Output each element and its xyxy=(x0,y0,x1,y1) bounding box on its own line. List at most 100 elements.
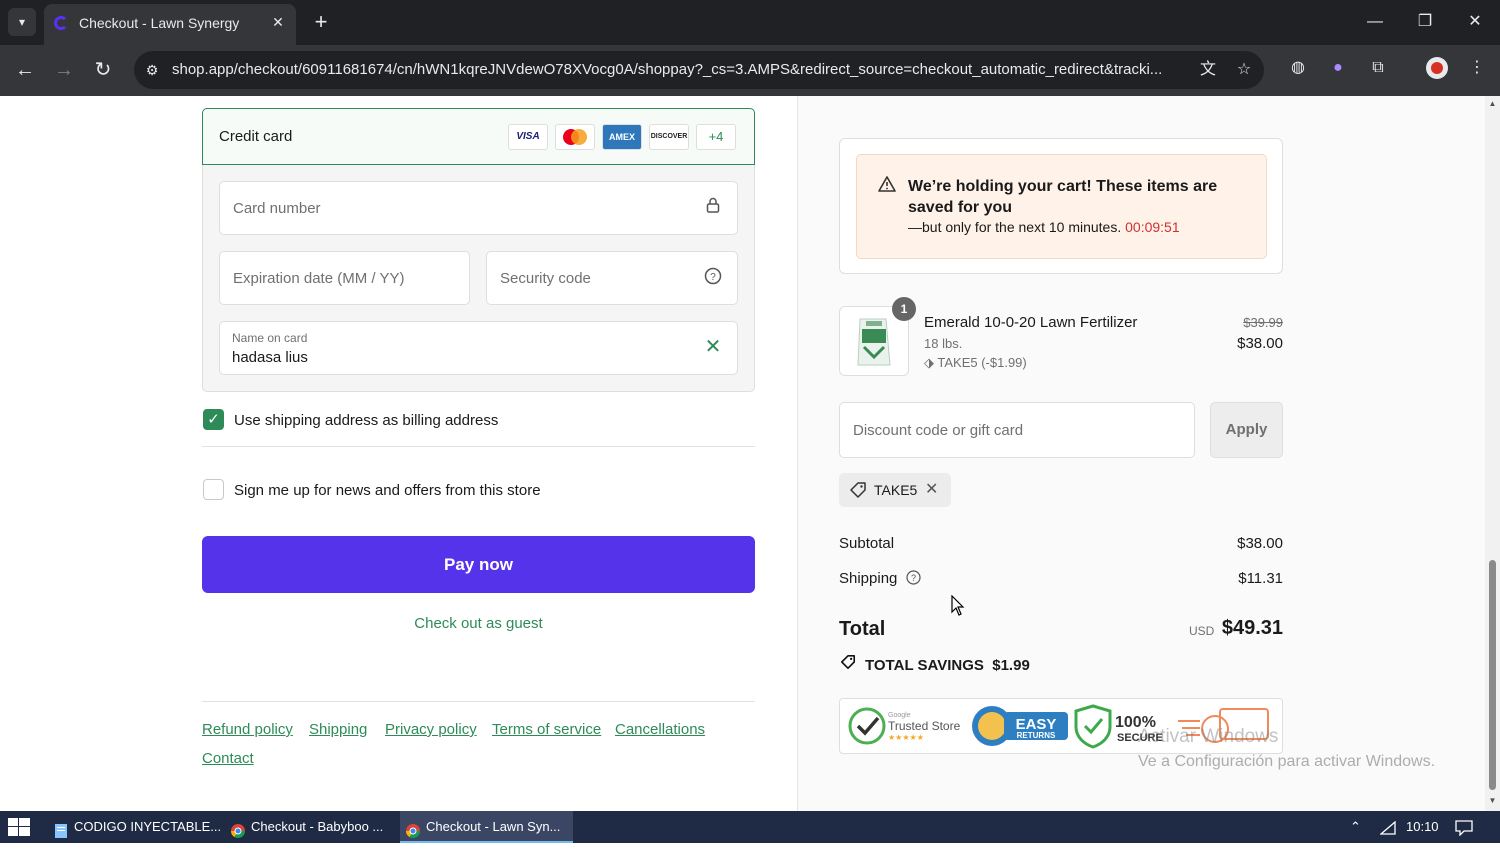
taskbar-item-chrome-lawn[interactable]: Checkout - Lawn Syn... xyxy=(400,811,573,843)
cart-hold-subtitle: —but only for the next 10 minutes. 00:09… xyxy=(908,219,1180,235)
newsletter-label[interactable]: Sign me up for news and offers from this… xyxy=(234,482,541,499)
browser-menu-icon[interactable]: ⋮ xyxy=(1466,57,1488,79)
scrollbar-thumb[interactable] xyxy=(1489,560,1496,790)
url-text[interactable]: shop.app/checkout/60911681674/cn/hWN1kqr… xyxy=(172,61,1182,78)
product-variant: 18 lbs. xyxy=(924,336,963,351)
taskbar-item-label: CODIGO INYECTABLE... xyxy=(74,819,222,834)
visa-logo: VISA xyxy=(508,124,548,150)
remove-code-icon[interactable]: ✕ xyxy=(925,479,938,499)
returns-text: RETURNS xyxy=(1017,731,1056,740)
clock-time[interactable]: 10:10 xyxy=(1406,811,1439,843)
applied-code-text: TAKE5 xyxy=(874,482,918,498)
browser-toolbar: ← → ↻ ⚙ shop.app/checkout/60911681674/cn… xyxy=(0,45,1500,96)
pay-now-button[interactable]: Pay now xyxy=(202,536,755,593)
forward-arrow-icon[interactable]: → xyxy=(50,56,78,84)
savings-label: TOTAL SAVINGS xyxy=(865,657,984,674)
notepad-icon xyxy=(53,819,69,838)
bookmark-star-icon[interactable]: ☆ xyxy=(1233,59,1255,81)
name-on-card-field[interactable]: Name on card hadasa lius ✕ xyxy=(219,321,738,375)
amex-logo: AMEX xyxy=(602,124,642,150)
window-close-icon[interactable]: ✕ xyxy=(1460,8,1490,36)
tab-close-icon[interactable]: ✕ xyxy=(268,12,288,32)
svg-text:?: ? xyxy=(710,272,716,283)
more-brands-badge: +4 xyxy=(696,124,736,150)
divider xyxy=(202,446,755,447)
taskbar-item-chrome-babyboo[interactable]: Checkout - Babyboo ... xyxy=(225,811,395,843)
tray-chevron-icon[interactable]: ⌃ xyxy=(1350,811,1361,843)
page-scrollbar[interactable]: ▲ ▼ xyxy=(1485,96,1500,811)
expiration-date-field[interactable]: Expiration date (MM / YY) xyxy=(219,251,470,305)
extensions-puzzle-icon[interactable]: ⧉ xyxy=(1367,57,1389,79)
footer-divider xyxy=(202,701,755,702)
shop-favicon-icon xyxy=(54,16,68,30)
minimize-icon[interactable]: — xyxy=(1360,8,1390,36)
discount-code-placeholder: Discount code or gift card xyxy=(853,422,1024,439)
subtotal-value: $38.00 xyxy=(1237,535,1283,552)
chrome-icon xyxy=(230,819,246,838)
svg-text:?: ? xyxy=(911,573,916,583)
cart-hold-subtitle-text: —but only for the next 10 minutes. xyxy=(908,219,1122,235)
discount-code-input[interactable]: Discount code or gift card xyxy=(839,402,1195,458)
scroll-up-icon[interactable]: ▲ xyxy=(1488,99,1497,108)
newsletter-checkbox[interactable] xyxy=(203,479,224,500)
payment-method-label: Credit card xyxy=(219,128,293,145)
back-arrow-icon[interactable]: ← xyxy=(11,56,39,84)
savings-value: $1.99 xyxy=(992,657,1030,674)
cart-hold-notice: We’re holding your cart! These items are… xyxy=(856,154,1267,259)
lock-icon xyxy=(703,197,723,217)
windows-activation-subtitle: Ve a Configuración para activar Windows. xyxy=(1138,753,1436,770)
credit-card-option[interactable]: Credit card VISA AMEX DISCOVER +4 xyxy=(202,108,755,165)
total-value: $49.31 xyxy=(1221,617,1283,639)
mouse-cursor-icon xyxy=(951,594,965,622)
network-icon[interactable] xyxy=(1379,811,1396,843)
taskbar-item-label: Checkout - Babyboo ... xyxy=(251,819,384,834)
terms-of-service-link[interactable]: Terms of service xyxy=(492,721,601,738)
contact-link[interactable]: Contact xyxy=(202,750,254,767)
browser-tab-active[interactable]: Checkout - Lawn Synergy ✕ xyxy=(44,4,296,45)
countdown-timer: 00:09:51 xyxy=(1125,219,1180,235)
shipping-help-icon[interactable]: ? xyxy=(905,570,921,589)
scroll-down-icon[interactable]: ▼ xyxy=(1488,796,1497,805)
taskbar-item-notepad[interactable]: CODIGO INYECTABLE... xyxy=(48,811,222,843)
vpn-extension-icon[interactable]: ● xyxy=(1327,57,1349,79)
restore-icon[interactable]: ❐ xyxy=(1410,8,1440,36)
tag-icon: ⬗ xyxy=(924,355,934,370)
discover-logo: DISCOVER xyxy=(649,124,689,150)
cart-hold-title: We’re holding your cart! These items are… xyxy=(908,178,1218,216)
windows-start-icon[interactable] xyxy=(8,818,30,836)
reload-icon[interactable]: ↻ xyxy=(89,56,117,84)
help-circle-icon[interactable]: ? xyxy=(703,267,723,287)
taskbar-item-label: Checkout - Lawn Syn... xyxy=(426,819,561,834)
product-discount-text: TAKE5 (-$1.99) xyxy=(937,355,1027,370)
checkout-as-guest-link[interactable]: Check out as guest xyxy=(202,615,755,632)
apply-discount-button[interactable]: Apply xyxy=(1210,402,1283,458)
site-info-icon[interactable]: ⚙ xyxy=(142,60,162,80)
refund-policy-link[interactable]: Refund policy xyxy=(202,721,293,738)
expiration-placeholder: Expiration date (MM / YY) xyxy=(233,270,405,287)
browser-tab-strip: ▾ Checkout - Lawn Synergy ✕ + — ❐ ✕ xyxy=(0,0,1500,45)
shipping-policy-link[interactable]: Shipping xyxy=(309,721,367,738)
card-number-field[interactable]: Card number xyxy=(219,181,738,235)
tag-icon xyxy=(849,481,867,502)
name-on-card-value: hadasa lius xyxy=(232,349,308,366)
mastercard-logo xyxy=(555,124,595,150)
translate-icon[interactable]: 文 xyxy=(1197,59,1219,81)
privacy-policy-link[interactable]: Privacy policy xyxy=(385,721,477,738)
tab-search-button[interactable]: ▾ xyxy=(8,8,36,36)
cancellations-link[interactable]: Cancellations xyxy=(615,721,705,738)
globe-extension-icon[interactable]: ◍ xyxy=(1287,57,1309,79)
billing-same-label[interactable]: Use shipping address as billing address xyxy=(234,412,498,429)
windows-activation-title: Activar Windows xyxy=(1138,726,1279,747)
address-bar[interactable]: ⚙ shop.app/checkout/60911681674/cn/hWN1k… xyxy=(134,51,1264,89)
trusted-store-stars: ★★★★★ xyxy=(888,733,924,742)
product-price: $38.00 xyxy=(1237,335,1283,352)
security-code-field[interactable]: Security code ? xyxy=(486,251,738,305)
security-code-placeholder: Security code xyxy=(500,270,591,287)
applied-code-chip: TAKE5 ✕ xyxy=(839,473,951,507)
profile-avatar[interactable] xyxy=(1426,57,1448,79)
billing-same-checkbox[interactable]: ✓ xyxy=(203,409,224,430)
product-discount: ⬗ TAKE5 (-$1.99) xyxy=(924,355,1027,371)
tab-title: Checkout - Lawn Synergy xyxy=(79,15,240,31)
new-tab-button[interactable]: + xyxy=(308,10,334,36)
notifications-icon[interactable] xyxy=(1455,811,1473,843)
